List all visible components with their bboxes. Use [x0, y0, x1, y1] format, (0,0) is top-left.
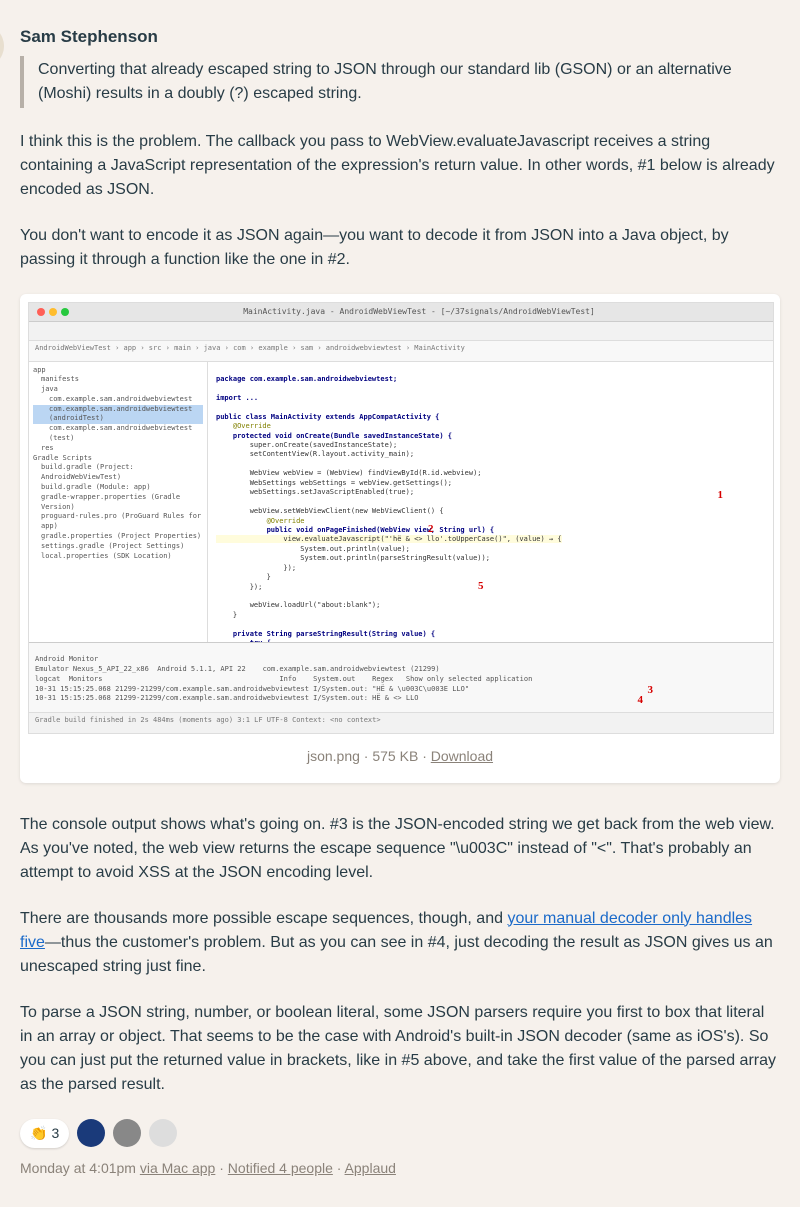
close-icon: [37, 308, 45, 316]
body-paragraph-2: You don't want to encode it as JSON agai…: [20, 224, 780, 272]
reactions-bar: 👏 3: [20, 1119, 780, 1148]
ide-editor: package com.example.sam.androidwebviewte…: [208, 362, 773, 642]
reactor-avatar-2[interactable]: [113, 1119, 141, 1147]
attachment-filename: json.png: [307, 748, 360, 764]
ide-titlebar: MainActivity.java - AndroidWebViewTest -…: [29, 303, 773, 322]
ide-window-title: MainActivity.java - AndroidWebViewTest -…: [73, 306, 765, 318]
forum-post: Sam Stephenson Converting that already e…: [20, 24, 780, 1179]
annotation-1: 1: [718, 488, 724, 503]
clap-icon: 👏: [30, 1123, 47, 1144]
body-paragraph-1: I think this is the problem. The callbac…: [20, 130, 780, 202]
author-name[interactable]: Sam Stephenson: [20, 24, 780, 50]
via-link[interactable]: via Mac app: [140, 1160, 215, 1176]
ide-toolbar: [29, 322, 773, 341]
body-paragraph-3: The console output shows what's going on…: [20, 813, 780, 885]
ide-breadcrumbs: AndroidWebViewTest › app › src › main › …: [29, 341, 773, 362]
notified-link[interactable]: Notified 4 people: [228, 1160, 333, 1176]
ide-project-tree: app manifests java com.example.sam.andro…: [29, 362, 208, 642]
annotation-5: 5: [478, 579, 484, 594]
quote-block: Converting that already escaped string t…: [20, 56, 780, 108]
ide-screenshot[interactable]: MainActivity.java - AndroidWebViewTest -…: [28, 302, 774, 734]
ide-statusbar: Gradle build finished in 2s 484ms (momen…: [29, 712, 773, 733]
minimize-icon: [49, 308, 57, 316]
post-meta: Monday at 4:01pm via Mac app · Notified …: [20, 1158, 780, 1179]
zoom-icon: [61, 308, 69, 316]
reactor-avatar-3[interactable]: [149, 1119, 177, 1147]
applaud-link[interactable]: Applaud: [345, 1160, 396, 1176]
annotation-2: 2: [428, 522, 434, 537]
author-avatar[interactable]: [0, 24, 4, 68]
attachment: MainActivity.java - AndroidWebViewTest -…: [20, 294, 780, 783]
post-timestamp: Monday at 4:01pm: [20, 1160, 136, 1176]
reactor-avatar-1[interactable]: [77, 1119, 105, 1147]
annotation-4: 4: [638, 693, 644, 708]
attachment-caption: json.png · 575 KB · Download: [28, 746, 772, 767]
download-link[interactable]: Download: [431, 748, 493, 764]
applause-reaction[interactable]: 👏 3: [20, 1119, 69, 1148]
attachment-size: 575 KB: [372, 748, 418, 764]
body-paragraph-5: To parse a JSON string, number, or boole…: [20, 1001, 780, 1097]
body-paragraph-4: There are thousands more possible escape…: [20, 907, 780, 979]
annotation-3: 3: [648, 683, 654, 698]
reaction-count: 3: [51, 1123, 59, 1144]
